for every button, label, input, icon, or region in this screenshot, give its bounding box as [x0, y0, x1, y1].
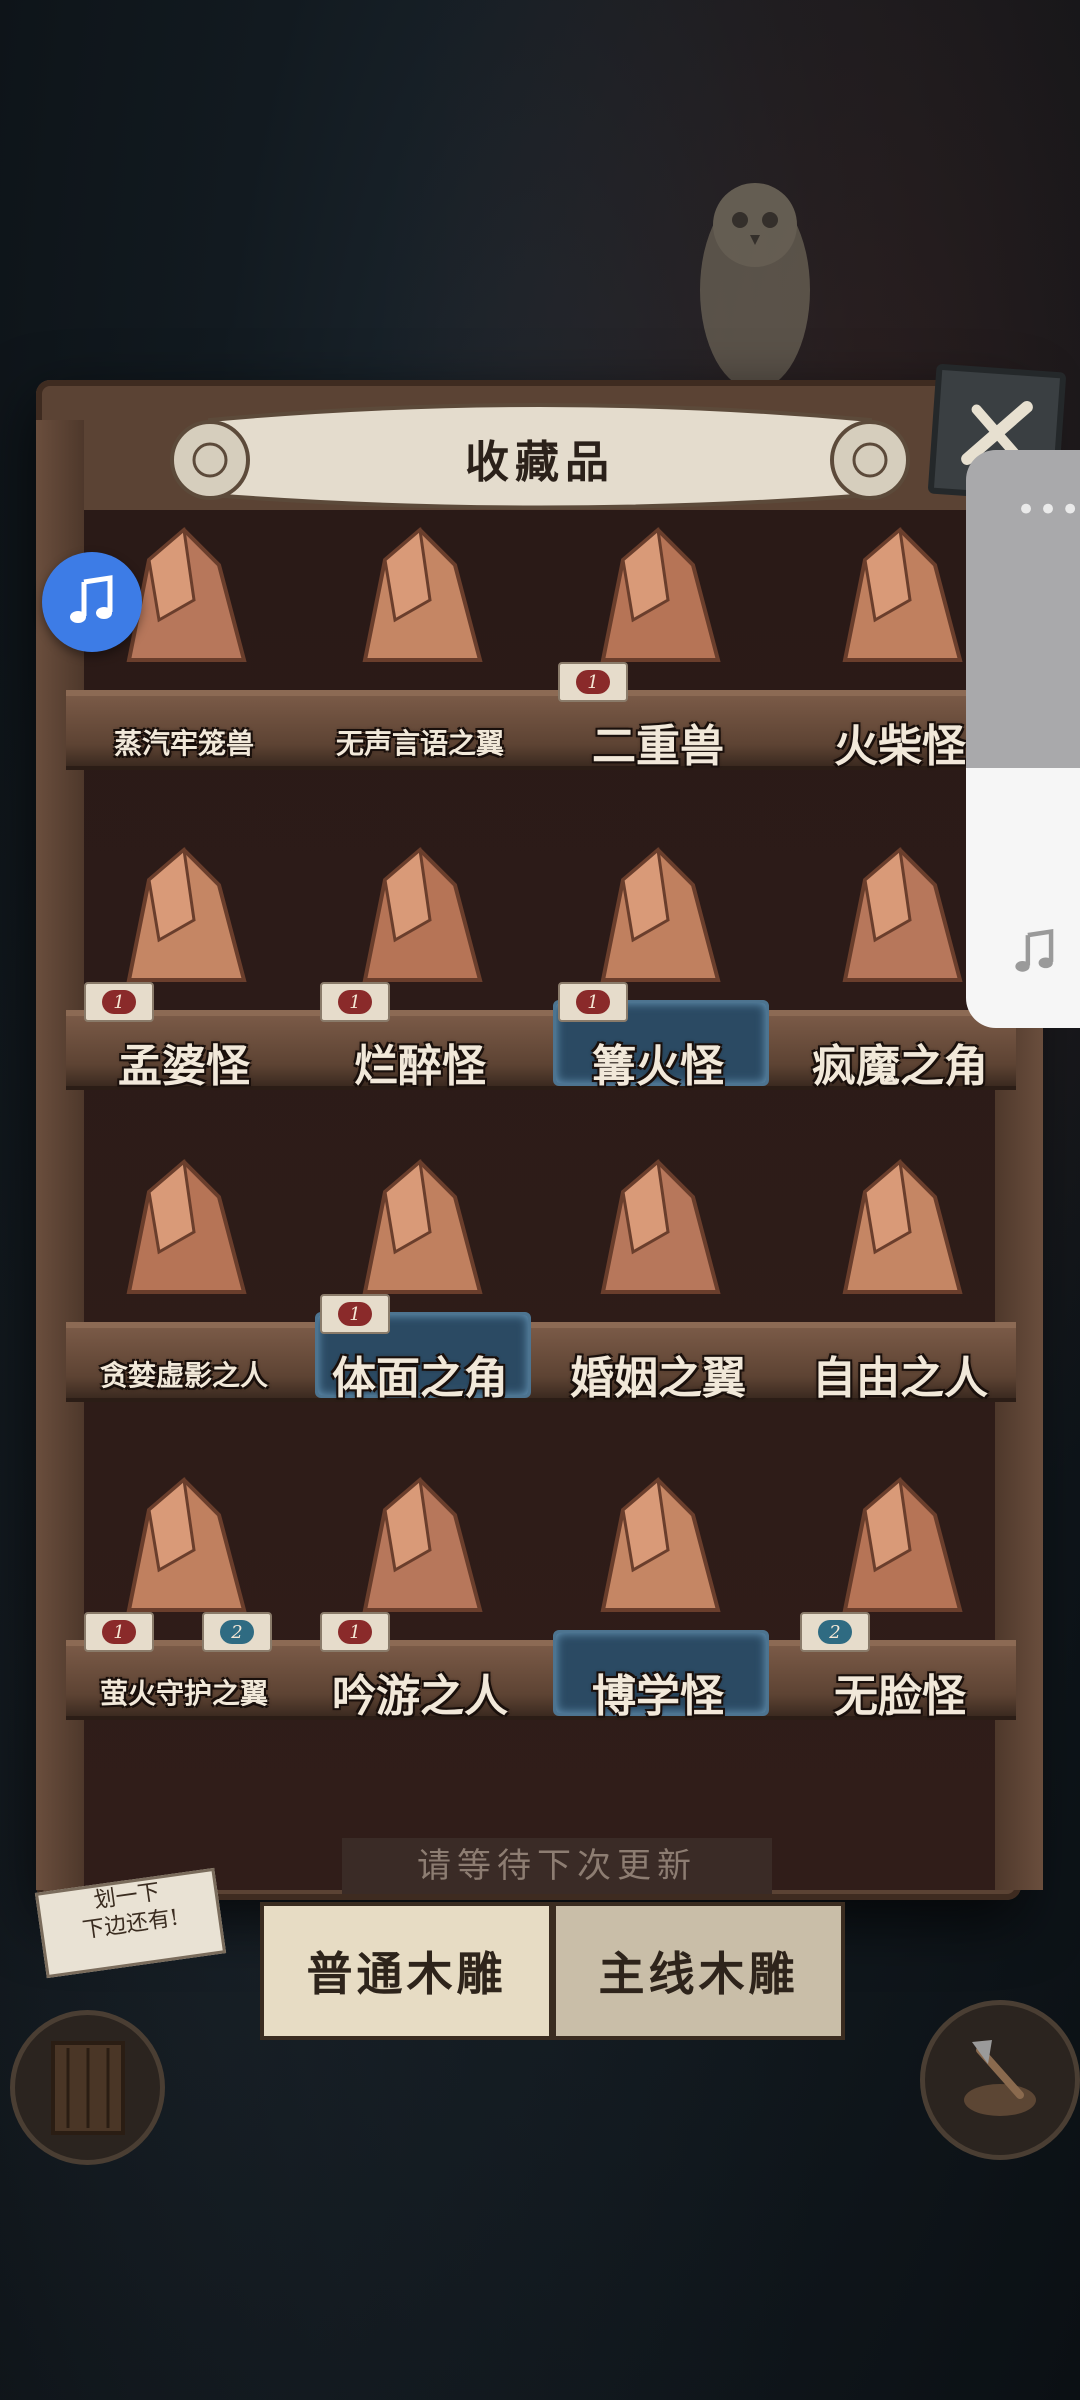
wooden-carving-figure — [362, 1477, 483, 1612]
collectible-name: 无脸怪 — [834, 1671, 966, 1722]
collectible-name: 吟游之人 — [332, 1671, 508, 1722]
wooden-carving-figure — [126, 1477, 247, 1612]
collectible-name: 蒸汽牢笼兽 — [113, 727, 254, 760]
count-badge: 1 — [338, 1302, 372, 1326]
count-tag: 1 — [320, 982, 390, 1022]
wooden-carving-figure — [126, 847, 247, 982]
count-tag: 1 — [558, 982, 628, 1022]
collectible-slot[interactable]: 1 二重兽 — [538, 500, 778, 772]
wooden-carving-figure — [600, 847, 721, 982]
side-panel-top: ••• — [966, 450, 1080, 768]
wooden-carving-figure — [362, 1159, 483, 1294]
wooden-carving-figure — [842, 1159, 963, 1294]
wooden-carving-figure — [842, 1477, 963, 1612]
collectible-slot[interactable]: 自由之人 — [780, 1132, 1020, 1404]
owl-statue — [700, 183, 810, 390]
count-tag: 1 — [320, 1612, 390, 1652]
collectible-slot[interactable]: 1 2 萤火守护之翼 — [64, 1450, 304, 1720]
collectible-name: 无声言语之翼 — [335, 727, 504, 760]
collectible-name: 篝火怪 — [592, 1041, 724, 1092]
update-notice: 请等待下次更新 — [342, 1838, 772, 1894]
collectible-slot[interactable]: 无声言语之翼 — [300, 500, 540, 770]
title-scroll: 收藏品 — [170, 400, 910, 510]
collectible-slot[interactable]: 1 篝火怪 — [538, 820, 778, 1092]
wooden-carving-figure — [362, 527, 483, 662]
count-badge: 2 — [220, 1620, 254, 1644]
count-tag: 1 — [320, 1294, 390, 1334]
wooden-carving-figure — [362, 847, 483, 982]
tab-main-carving[interactable]: 主线木雕 — [552, 1902, 845, 2040]
collectible-name: 烂醉怪 — [354, 1041, 486, 1092]
count-tag: 1 — [84, 982, 154, 1022]
collectible-name: 疯魔之角 — [812, 1041, 988, 1092]
collectible-name: 体面之角 — [332, 1353, 508, 1404]
collectible-name: 博学怪 — [592, 1671, 724, 1722]
count-badge: 1 — [338, 1620, 372, 1644]
more-dots-icon[interactable]: ••• — [1016, 490, 1080, 530]
collectible-slot[interactable]: 1 烂醉怪 — [300, 820, 540, 1092]
count-tag: 1 — [84, 1612, 154, 1652]
count-badge: 1 — [102, 990, 136, 1014]
door-icon — [50, 2040, 125, 2135]
count-tag: 2 — [202, 1612, 272, 1652]
tab-common-carving[interactable]: 普通木雕 — [260, 1902, 553, 2040]
door-button[interactable] — [10, 2010, 165, 2165]
music-note-icon — [70, 575, 113, 623]
wooden-carving-figure — [842, 527, 963, 662]
count-badge: 1 — [338, 990, 372, 1014]
wooden-carving-figure — [126, 1159, 247, 1294]
floating-music-button[interactable] — [42, 552, 142, 652]
collectible-name: 贪婪虚影之人 — [99, 1359, 268, 1392]
wooden-carving-figure — [842, 847, 963, 982]
count-badge: 2 — [818, 1620, 852, 1644]
collectible-name: 自由之人 — [812, 1353, 988, 1404]
count-tag: 1 — [558, 662, 628, 702]
side-floating-panel[interactable]: ••• — [966, 450, 1080, 1028]
collectible-slot[interactable]: 婚姻之翼 — [538, 1132, 778, 1404]
wooden-carving-figure — [600, 527, 721, 662]
wooden-carving-figure — [600, 1477, 721, 1612]
collectible-slot[interactable]: 贪婪虚影之人 — [64, 1132, 304, 1402]
side-panel-bottom — [966, 768, 1080, 1028]
collectible-name: 萤火守护之翼 — [99, 1677, 268, 1710]
collectible-name: 婚姻之翼 — [570, 1353, 746, 1404]
axe-button[interactable] — [920, 2000, 1080, 2160]
collectible-slot[interactable]: 1 孟婆怪 — [64, 820, 304, 1092]
collectible-slot[interactable]: 2 无脸怪 — [780, 1450, 1020, 1722]
collectible-slot[interactable]: 1 吟游之人 — [300, 1450, 540, 1722]
music-note-icon[interactable] — [1010, 928, 1060, 978]
axe-icon — [964, 2040, 1036, 2116]
count-badge: 1 — [576, 990, 610, 1014]
collectible-slot[interactable]: 博学怪 — [538, 1450, 778, 1722]
collectible-name: 二重兽 — [592, 721, 724, 772]
wooden-carving-figure — [600, 1159, 721, 1294]
collectible-name: 孟婆怪 — [118, 1041, 250, 1092]
count-badge: 1 — [102, 1620, 136, 1644]
count-tag: 2 — [800, 1612, 870, 1652]
page-title: 收藏品 — [465, 437, 615, 488]
collectible-slot[interactable]: 1 体面之角 — [300, 1132, 540, 1404]
count-badge: 1 — [576, 670, 610, 694]
